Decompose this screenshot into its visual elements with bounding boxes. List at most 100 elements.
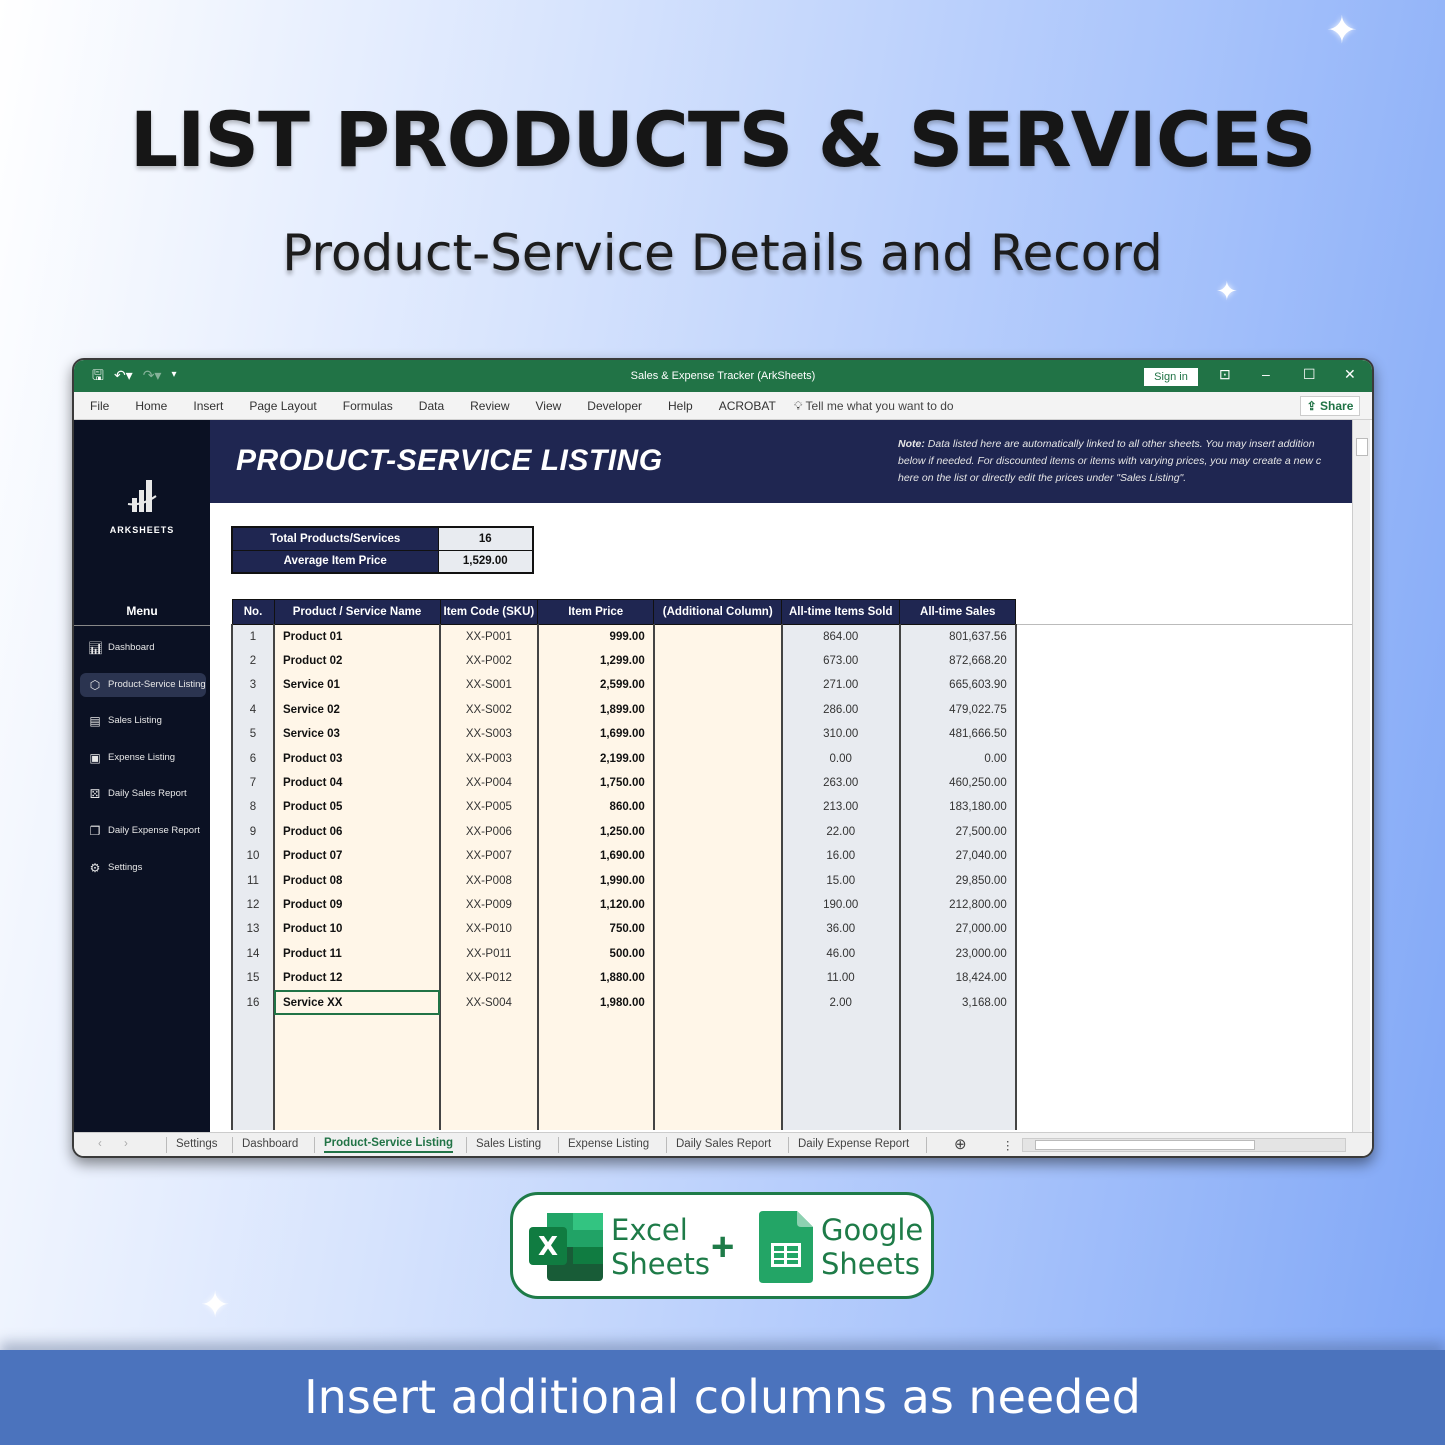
cell-name[interactable]: Product 05 bbox=[273, 795, 441, 820]
cell-sold[interactable]: 213.00 bbox=[780, 795, 901, 820]
empty-cell[interactable] bbox=[780, 1014, 901, 1130]
cell-sales[interactable]: 479,022.75 bbox=[898, 697, 1017, 723]
cell-sku[interactable]: XX-P004 bbox=[439, 770, 539, 796]
cell-sold[interactable]: 864.00 bbox=[780, 624, 901, 649]
cell-add[interactable] bbox=[652, 624, 783, 649]
cell-sku[interactable]: XX-P007 bbox=[439, 844, 539, 869]
cell-sold[interactable]: 673.00 bbox=[780, 648, 901, 674]
cell-no[interactable]: 7 bbox=[231, 770, 275, 796]
sheet-tab-sales-listing[interactable]: Sales Listing bbox=[476, 1138, 541, 1150]
vertical-scrollbar[interactable] bbox=[1352, 420, 1370, 1132]
cell-sales[interactable]: 27,040.00 bbox=[898, 844, 1017, 869]
sidebar-item-product-service-listing[interactable]: ⬡ Product-Service Listing bbox=[80, 672, 206, 697]
cell-no[interactable]: 13 bbox=[231, 917, 275, 942]
cell-add[interactable] bbox=[652, 819, 783, 845]
cell-no[interactable]: 2 bbox=[231, 648, 275, 674]
cell-name[interactable]: Product 06 bbox=[273, 819, 441, 845]
cell-add[interactable] bbox=[652, 770, 783, 796]
cell-sku[interactable]: XX-P008 bbox=[439, 868, 539, 893]
cell-price[interactable]: 1,120.00 bbox=[536, 892, 655, 918]
sidebar-item-dashboard[interactable]: 📊︎ Dashboard bbox=[80, 636, 206, 660]
cell-sold[interactable]: 0.00 bbox=[780, 746, 901, 771]
horizontal-scrollbar[interactable] bbox=[1022, 1138, 1346, 1152]
cell-sales[interactable]: 3,168.00 bbox=[898, 990, 1017, 1015]
cell-price[interactable]: 860.00 bbox=[536, 795, 655, 820]
cell-add[interactable] bbox=[652, 648, 783, 674]
ribbon-tab-review[interactable]: Review bbox=[470, 399, 509, 413]
tab-scroll-left[interactable]: ‹ bbox=[98, 1138, 102, 1150]
cell-sales[interactable]: 27,500.00 bbox=[898, 819, 1017, 845]
cell-name[interactable]: Product 03 bbox=[273, 746, 441, 771]
cell-price[interactable]: 1,899.00 bbox=[536, 697, 655, 723]
cell-price[interactable]: 1,299.00 bbox=[536, 648, 655, 674]
cell-no[interactable]: 15 bbox=[231, 965, 275, 991]
cell-sales[interactable]: 29,850.00 bbox=[898, 868, 1017, 893]
cell-name[interactable]: Product 11 bbox=[273, 941, 441, 966]
column-header[interactable]: Item Code (SKU) bbox=[439, 599, 539, 625]
cell-price[interactable]: 500.00 bbox=[536, 941, 655, 966]
cell-price[interactable]: 1,990.00 bbox=[536, 868, 655, 893]
column-header[interactable]: All-time Items Sold bbox=[781, 599, 901, 625]
cell-add[interactable] bbox=[652, 673, 783, 698]
cell-add[interactable] bbox=[652, 746, 783, 771]
cell-sold[interactable]: 16.00 bbox=[780, 844, 901, 869]
cell-sku[interactable]: XX-S003 bbox=[439, 722, 539, 747]
cell-sales[interactable]: 0.00 bbox=[898, 746, 1017, 771]
cell-no[interactable]: 14 bbox=[231, 941, 275, 966]
cell-price[interactable]: 1,880.00 bbox=[536, 965, 655, 991]
cell-sku[interactable]: XX-P009 bbox=[439, 892, 539, 918]
cell-sku[interactable]: XX-P002 bbox=[439, 648, 539, 674]
average-value[interactable]: 1,529.00 bbox=[437, 549, 534, 574]
cell-name[interactable]: Service XX bbox=[273, 990, 441, 1015]
cell-sold[interactable]: 2.00 bbox=[780, 990, 901, 1015]
cell-sales[interactable]: 460,250.00 bbox=[898, 770, 1017, 796]
cell-sales[interactable]: 801,637.56 bbox=[898, 624, 1017, 649]
cell-sold[interactable]: 36.00 bbox=[780, 917, 901, 942]
ribbon-tab-developer[interactable]: Developer bbox=[587, 399, 642, 413]
cell-name[interactable]: Product 07 bbox=[273, 844, 441, 869]
empty-cell[interactable] bbox=[231, 1014, 275, 1130]
cell-add[interactable] bbox=[652, 868, 783, 893]
column-header[interactable]: (Additional Column) bbox=[653, 599, 783, 625]
cell-add[interactable] bbox=[652, 990, 783, 1015]
cell-name[interactable]: Service 02 bbox=[273, 697, 441, 723]
empty-cell[interactable] bbox=[898, 1014, 1017, 1130]
cell-name[interactable]: Service 03 bbox=[273, 722, 441, 747]
cell-sold[interactable]: 22.00 bbox=[780, 819, 901, 845]
scroll-thumb[interactable] bbox=[1035, 1140, 1255, 1150]
cell-sold[interactable]: 11.00 bbox=[780, 965, 901, 991]
sidebar-item-expense-listing[interactable]: ▣ Expense Listing bbox=[80, 746, 206, 770]
cell-sales[interactable]: 27,000.00 bbox=[898, 917, 1017, 942]
cell-price[interactable]: 1,980.00 bbox=[536, 990, 655, 1015]
column-header[interactable]: Item Price bbox=[537, 599, 655, 625]
cell-sku[interactable]: XX-P003 bbox=[439, 746, 539, 771]
cell-sku[interactable]: XX-S001 bbox=[439, 673, 539, 698]
sheet-tab-settings[interactable]: Settings bbox=[176, 1138, 218, 1150]
cell-sku[interactable]: XX-P005 bbox=[439, 795, 539, 820]
sidebar-item-daily-sales-report[interactable]: ⚄ Daily Sales Report bbox=[80, 782, 206, 806]
ribbon-tab-acrobat[interactable]: ACROBAT bbox=[719, 399, 776, 413]
cell-sales[interactable]: 665,603.90 bbox=[898, 673, 1017, 698]
cell-name[interactable]: Product 02 bbox=[273, 648, 441, 674]
cell-name[interactable]: Product 12 bbox=[273, 965, 441, 991]
ribbon-tab-insert[interactable]: Insert bbox=[193, 399, 223, 413]
sheet-tab-expense-listing[interactable]: Expense Listing bbox=[568, 1138, 649, 1150]
cell-no[interactable]: 5 bbox=[231, 722, 275, 747]
cell-name[interactable]: Product 01 bbox=[273, 624, 441, 649]
cell-sold[interactable]: 310.00 bbox=[780, 722, 901, 747]
sidebar-item-settings[interactable]: ⚙ Settings bbox=[80, 856, 206, 880]
sign-in-button[interactable]: Sign in bbox=[1144, 368, 1198, 386]
cell-sold[interactable]: 15.00 bbox=[780, 868, 901, 893]
total-value[interactable]: 16 bbox=[437, 526, 534, 551]
empty-cell[interactable] bbox=[439, 1014, 539, 1130]
sheet-tab-product-service-listing[interactable]: Product-Service Listing bbox=[324, 1137, 454, 1153]
ribbon-tab-formulas[interactable]: Formulas bbox=[343, 399, 393, 413]
cell-no[interactable]: 6 bbox=[231, 746, 275, 771]
ribbon-tab-data[interactable]: Data bbox=[419, 399, 444, 413]
cell-name[interactable]: Product 10 bbox=[273, 917, 441, 942]
cell-no[interactable]: 10 bbox=[231, 844, 275, 869]
cell-add[interactable] bbox=[652, 697, 783, 723]
cell-add[interactable] bbox=[652, 965, 783, 991]
cell-sales[interactable]: 481,666.50 bbox=[898, 722, 1017, 747]
sheet-tab-daily-expense-report[interactable]: Daily Expense Report bbox=[798, 1138, 909, 1150]
